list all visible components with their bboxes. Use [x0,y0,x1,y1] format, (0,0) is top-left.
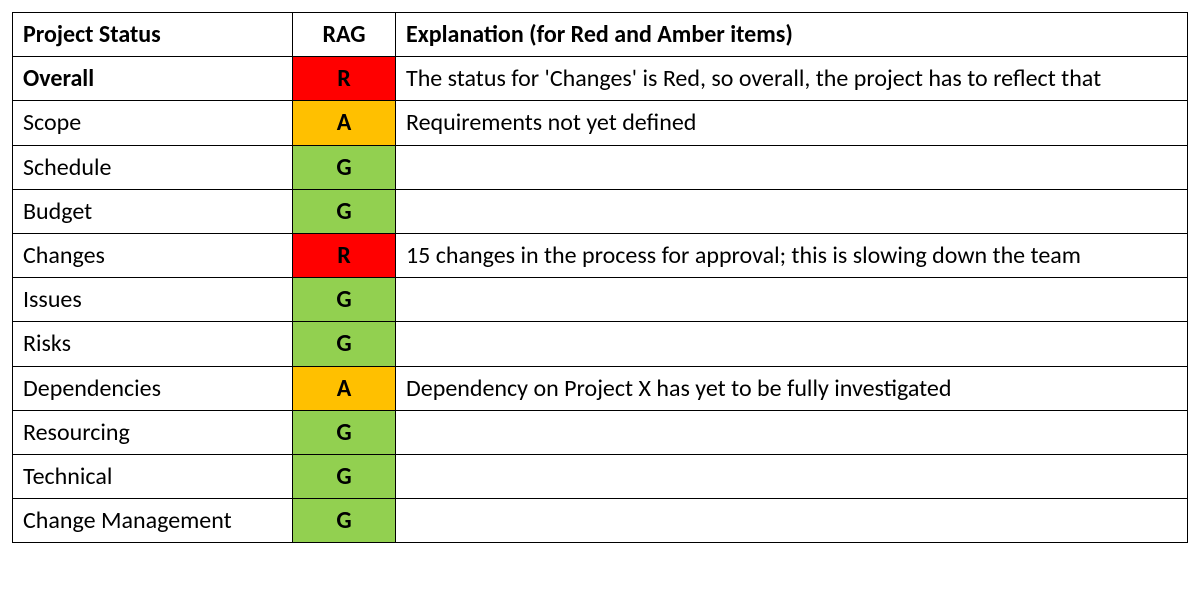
table-row: ChangesR15 changes in the process for ap… [13,233,1188,277]
status-cell: Dependencies [13,366,293,410]
explanation-cell [396,278,1188,322]
status-cell: Resourcing [13,410,293,454]
rag-cell: R [293,57,396,101]
status-cell: Schedule [13,145,293,189]
rag-cell: R [293,233,396,277]
project-status-table: Project Status RAG Explanation (for Red … [12,12,1188,543]
rag-cell: G [293,454,396,498]
status-cell: Risks [13,322,293,366]
table-row: ResourcingG [13,410,1188,454]
explanation-cell [396,189,1188,233]
rag-cell: G [293,278,396,322]
table-header-row: Project Status RAG Explanation (for Red … [13,13,1188,57]
status-cell: Changes [13,233,293,277]
table-row: RisksG [13,322,1188,366]
rag-cell: G [293,189,396,233]
status-cell: Issues [13,278,293,322]
explanation-cell [396,145,1188,189]
table-row: ScheduleG [13,145,1188,189]
rag-cell: G [293,145,396,189]
status-cell: Budget [13,189,293,233]
status-cell: Scope [13,101,293,145]
status-cell: Overall [13,57,293,101]
explanation-cell [396,322,1188,366]
table-row: OverallRThe status for 'Changes' is Red,… [13,57,1188,101]
status-cell: Technical [13,454,293,498]
rag-cell: G [293,410,396,454]
table-row: BudgetG [13,189,1188,233]
explanation-cell: The status for 'Changes' is Red, so over… [396,57,1188,101]
rag-cell: A [293,101,396,145]
table-row: Change ManagementG [13,499,1188,543]
rag-cell: G [293,499,396,543]
table-row: TechnicalG [13,454,1188,498]
explanation-cell: 15 changes in the process for approval; … [396,233,1188,277]
explanation-cell [396,454,1188,498]
rag-cell: G [293,322,396,366]
header-rag: RAG [293,13,396,57]
table-row: ScopeARequirements not yet defined [13,101,1188,145]
explanation-cell [396,499,1188,543]
header-explanation: Explanation (for Red and Amber items) [396,13,1188,57]
explanation-cell [396,410,1188,454]
table-row: DependenciesADependency on Project X has… [13,366,1188,410]
table-row: IssuesG [13,278,1188,322]
explanation-cell: Dependency on Project X has yet to be fu… [396,366,1188,410]
status-cell: Change Management [13,499,293,543]
header-status: Project Status [13,13,293,57]
rag-cell: A [293,366,396,410]
explanation-cell: Requirements not yet defined [396,101,1188,145]
